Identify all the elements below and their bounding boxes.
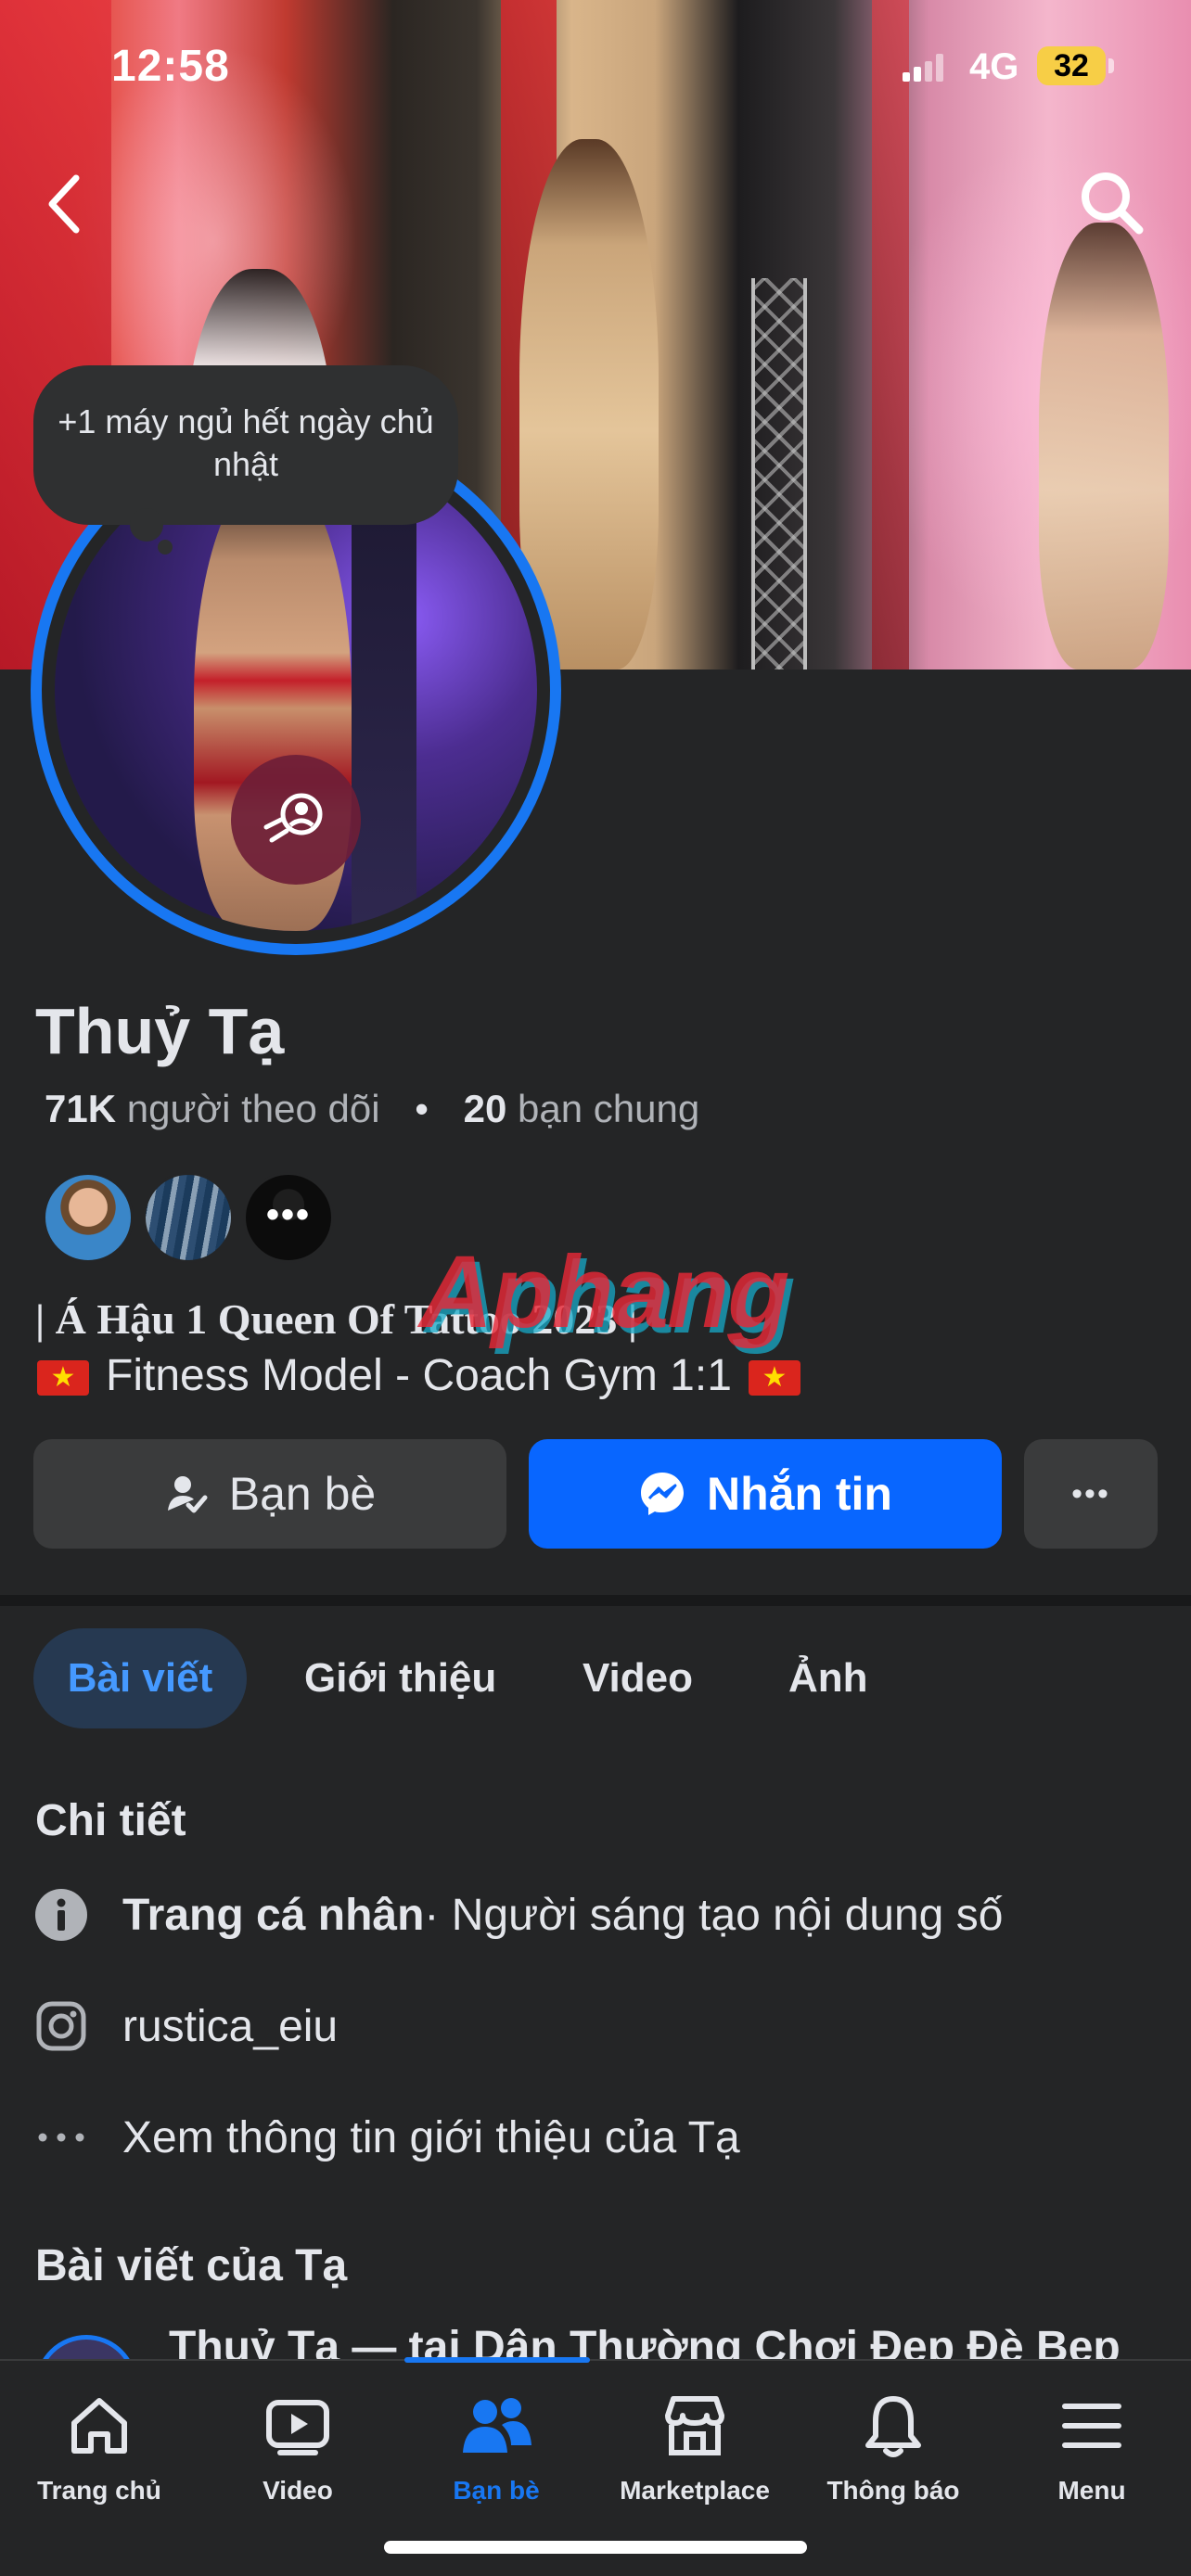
nav-label: Thông báo bbox=[826, 2476, 960, 2505]
battery-icon: 32 bbox=[1037, 46, 1106, 85]
nav-home[interactable]: Trang chủ bbox=[0, 2389, 198, 2506]
home-icon bbox=[0, 2389, 198, 2463]
mutual-count[interactable]: 20 bbox=[464, 1087, 507, 1130]
section-divider bbox=[0, 1595, 1191, 1606]
detail-see-about[interactable]: Xem thông tin giới thiệu của Tạ bbox=[33, 2105, 740, 2170]
tab-photos[interactable]: Ảnh bbox=[788, 1628, 868, 1728]
cover-stage-truss bbox=[751, 278, 807, 670]
more-options-button[interactable]: ••• bbox=[1024, 1439, 1158, 1549]
vietnam-flag-icon bbox=[37, 1360, 89, 1396]
profile-note[interactable]: +1 máy ngủ hết ngày chủ nhật bbox=[33, 365, 458, 525]
nav-label: Trang chủ bbox=[37, 2476, 161, 2505]
vietnam-flag-icon bbox=[748, 1360, 800, 1396]
nav-label: Video bbox=[263, 2476, 333, 2505]
nav-friends[interactable]: Bạn bè bbox=[397, 2389, 596, 2506]
ellipsis-icon bbox=[33, 2110, 89, 2165]
tab-about[interactable]: Giới thiệu bbox=[304, 1628, 496, 1728]
more-mutuals-icon: ••• bbox=[265, 1194, 311, 1235]
instagram-icon bbox=[33, 1998, 89, 2054]
tab-video[interactable]: Video bbox=[583, 1628, 693, 1728]
profile-badge-icon bbox=[231, 755, 361, 885]
detail-instagram[interactable]: rustica_eiu bbox=[33, 1994, 338, 2059]
watermark-logo: Aphang bbox=[419, 1235, 789, 1349]
info-icon bbox=[33, 1887, 89, 1943]
search-icon[interactable] bbox=[1076, 167, 1146, 237]
back-icon[interactable] bbox=[43, 167, 89, 241]
bell-icon bbox=[794, 2389, 992, 2463]
profile-name: Thuỷ Tạ bbox=[35, 995, 285, 1067]
followers-count[interactable]: 71K bbox=[45, 1087, 116, 1130]
post-author-avatar[interactable] bbox=[35, 2335, 137, 2359]
nav-label: Bạn bè bbox=[453, 2476, 540, 2505]
category-value: · Người sáng tạo nội dung số bbox=[424, 1890, 1004, 1940]
nav-menu[interactable]: Menu bbox=[992, 2389, 1191, 2506]
friends-button[interactable]: Bạn bè bbox=[33, 1439, 506, 1549]
message-button-label: Nhắn tin bbox=[707, 1468, 892, 1520]
friends-icon bbox=[397, 2389, 596, 2463]
video-icon bbox=[198, 2389, 397, 2463]
friend-check-icon bbox=[167, 1476, 208, 1513]
status-time: 12:58 bbox=[111, 42, 230, 91]
instagram-handle[interactable]: rustica_eiu bbox=[122, 2001, 338, 2052]
profile-stats: 71K người theo dõi • 20 bạn chung bbox=[45, 1087, 699, 1131]
cover-figure bbox=[1039, 223, 1169, 670]
detail-category: Trang cá nhân · Người sáng tạo nội dung … bbox=[33, 1882, 1003, 1947]
followers-label[interactable]: người theo dõi bbox=[127, 1087, 380, 1130]
status-bar: 12:58 4G 32 bbox=[0, 0, 1191, 130]
nav-label: Marketplace bbox=[620, 2476, 770, 2505]
mutual-friend-avatar[interactable]: ••• bbox=[243, 1172, 334, 1263]
posts-title: Bài viết của Tạ bbox=[35, 2241, 348, 2290]
details-title: Chi tiết bbox=[35, 1796, 186, 1845]
note-tail bbox=[158, 540, 173, 555]
tab-posts[interactable]: Bài viết bbox=[33, 1628, 247, 1728]
nav-marketplace[interactable]: Marketplace bbox=[596, 2389, 794, 2506]
mutual-friend-avatar[interactable] bbox=[143, 1172, 234, 1263]
network-type: 4G bbox=[969, 46, 1019, 87]
nav-notifications[interactable]: Thông báo bbox=[794, 2389, 992, 2506]
home-indicator[interactable] bbox=[384, 2541, 807, 2554]
category-label: Trang cá nhân bbox=[122, 1890, 425, 1940]
message-button[interactable]: Nhắn tin bbox=[529, 1439, 1002, 1549]
signal-icon bbox=[903, 54, 943, 82]
stats-separator: • bbox=[415, 1087, 429, 1130]
active-tab-indicator bbox=[404, 2357, 590, 2363]
bio-text: Fitness Model - Coach Gym 1:1 bbox=[106, 1351, 732, 1400]
note-tail bbox=[130, 508, 163, 542]
see-about-link[interactable]: Xem thông tin giới thiệu của Tạ bbox=[122, 2112, 740, 2163]
friends-button-label: Bạn bè bbox=[228, 1468, 377, 1520]
post-preview[interactable]: Thuỷ Tạ — tại Dân Thường Chơi Đẹp Đè Bẹp bbox=[35, 2318, 1158, 2359]
more-icon: ••• bbox=[1071, 1475, 1110, 1511]
post-header-text[interactable]: Thuỷ Tạ — tại Dân Thường Chơi Đẹp Đè Bẹp bbox=[169, 2322, 1121, 2359]
messenger-icon bbox=[641, 1473, 684, 1515]
battery-cap bbox=[1108, 58, 1114, 73]
nav-label: Menu bbox=[1057, 2476, 1126, 2505]
marketplace-icon bbox=[596, 2389, 794, 2463]
menu-icon bbox=[992, 2389, 1191, 2463]
nav-video[interactable]: Video bbox=[198, 2389, 397, 2506]
bio-line: Fitness Model - Coach Gym 1:1 bbox=[37, 1350, 817, 1401]
mutual-friend-avatar[interactable] bbox=[43, 1172, 134, 1263]
mutual-label[interactable]: bạn chung bbox=[518, 1087, 699, 1130]
